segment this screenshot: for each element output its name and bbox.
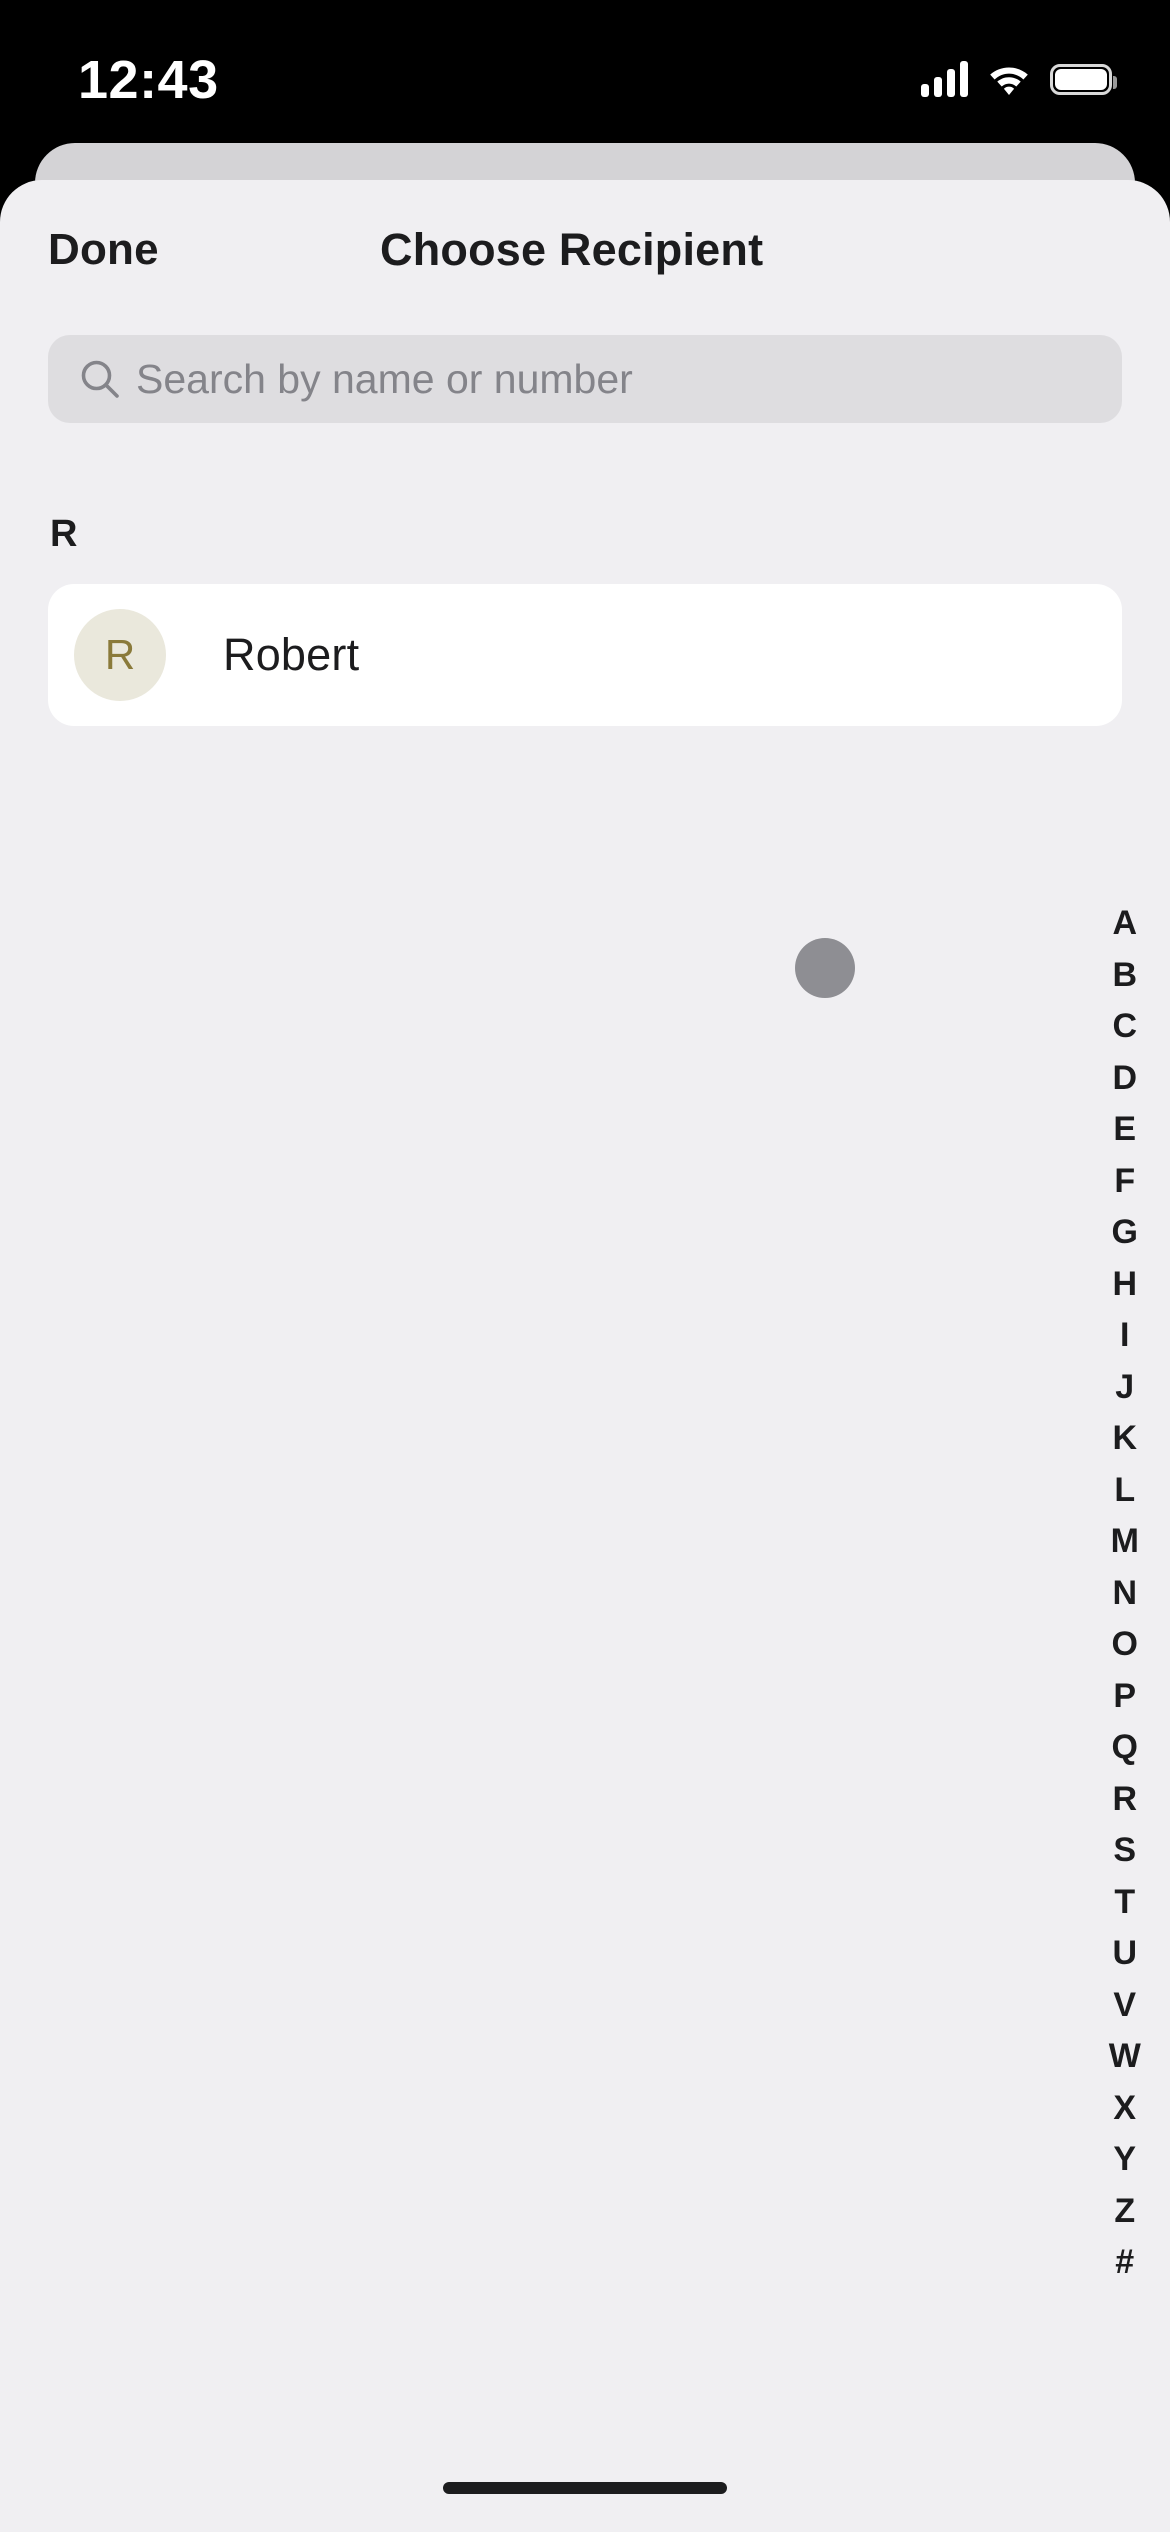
choose-recipient-sheet: Done Choose Recipient R R Robert [0, 180, 1170, 2532]
alpha-index-letter[interactable]: N [1112, 1568, 1137, 1620]
contact-row-robert[interactable]: R Robert [48, 584, 1122, 726]
alpha-index-letter[interactable]: S [1113, 1825, 1136, 1877]
alpha-index-letter[interactable]: R [1112, 1774, 1137, 1826]
alpha-index-letter[interactable]: D [1112, 1053, 1137, 1105]
page-title: Choose Recipient [380, 224, 764, 275]
alpha-index-letter[interactable]: O [1112, 1619, 1139, 1671]
home-indicator [443, 2482, 727, 2494]
avatar: R [74, 609, 166, 701]
section-header-r: R [50, 513, 78, 555]
done-button[interactable]: Done [48, 225, 159, 275]
touch-indicator [795, 938, 855, 998]
alpha-index-letter[interactable]: E [1113, 1104, 1136, 1156]
alpha-index-letter[interactable]: T [1114, 1877, 1135, 1929]
alpha-index-letter[interactable]: I [1120, 1310, 1130, 1362]
alpha-index-letter[interactable]: Z [1114, 2186, 1135, 2238]
search-bar[interactable] [48, 335, 1122, 423]
battery-full-icon [1050, 63, 1117, 95]
alpha-index-letter[interactable]: G [1112, 1207, 1139, 1259]
cellular-bars-icon [921, 61, 968, 97]
alpha-index-letter[interactable]: K [1112, 1413, 1137, 1465]
alpha-index-letter[interactable]: M [1111, 1516, 1140, 1568]
alpha-index-letter[interactable]: Q [1112, 1722, 1139, 1774]
alpha-index-letter[interactable]: W [1109, 2031, 1142, 2083]
alpha-index-letter[interactable]: P [1113, 1671, 1136, 1723]
status-bar: 12:43 [0, 0, 1170, 150]
status-bar-indicators [921, 55, 1117, 103]
alpha-index-letter[interactable]: C [1112, 1001, 1137, 1053]
alpha-index-letter[interactable]: B [1112, 950, 1137, 1002]
search-container [0, 335, 1170, 423]
status-bar-time: 12:43 [78, 50, 219, 110]
alpha-index-letter[interactable]: Y [1113, 2134, 1136, 2186]
search-icon [78, 357, 122, 401]
alpha-index-letter[interactable]: H [1112, 1259, 1137, 1311]
alpha-index-letter[interactable]: J [1115, 1362, 1134, 1414]
alphabet-index[interactable]: A B C D E F G H I J K L M N O P Q R S T U V W X Y Z # [1102, 898, 1148, 2289]
alpha-index-letter[interactable]: U [1112, 1928, 1137, 1980]
sheet-navigation-bar: Done Choose Recipient [0, 180, 1170, 295]
alpha-index-letter[interactable]: # [1115, 2237, 1134, 2289]
wifi-icon [987, 62, 1031, 96]
alpha-index-letter[interactable]: V [1113, 1980, 1136, 2032]
avatar-initial: R [104, 631, 136, 678]
phone-screen: 12:43 Done Choose Recipient Search by na… [0, 0, 1170, 2532]
alpha-index-letter[interactable]: F [1114, 1156, 1135, 1208]
contact-name: Robert [223, 629, 360, 680]
alpha-index-letter[interactable]: A [1112, 898, 1137, 950]
alpha-index-letter[interactable]: L [1114, 1465, 1135, 1517]
alpha-index-letter[interactable]: X [1113, 2083, 1136, 2135]
search-input[interactable] [136, 335, 1122, 423]
